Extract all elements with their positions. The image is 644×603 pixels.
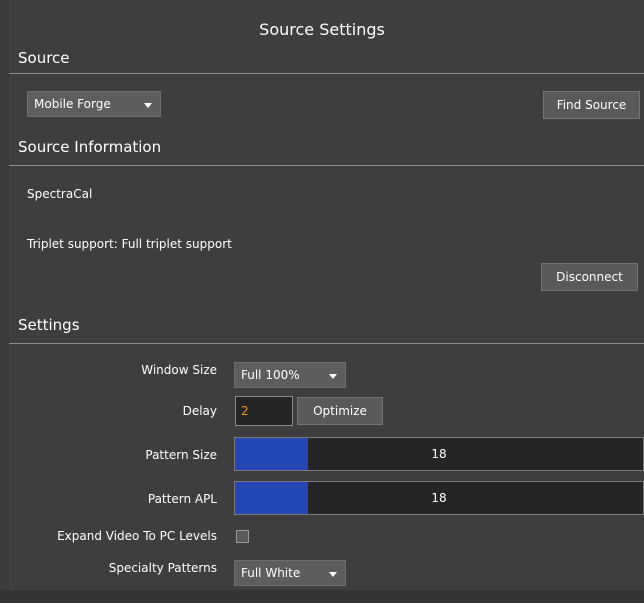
window-size-label: Window Size: [141, 363, 217, 377]
specialty-patterns-dropdown[interactable]: Full White: [234, 560, 346, 586]
source-info-divider: [9, 165, 644, 166]
pattern-apl-value: 18: [431, 491, 447, 505]
triplet-support-text: Triplet support: Full triplet support: [27, 237, 232, 251]
source-name: SpectraCal: [27, 187, 93, 201]
panel-bottom-edge: [0, 590, 644, 603]
optimize-button[interactable]: Optimize: [297, 397, 383, 425]
window-size-value: Full 100%: [241, 368, 300, 382]
pattern-apl-slider[interactable]: 18: [234, 481, 644, 515]
source-dropdown-value: Mobile Forge: [34, 97, 111, 111]
source-dropdown[interactable]: Mobile Forge: [27, 91, 161, 117]
delay-input[interactable]: 2: [235, 396, 293, 426]
expand-video-label: Expand Video To PC Levels: [57, 529, 217, 543]
chevron-down-icon: [144, 103, 152, 108]
find-source-button[interactable]: Find Source: [543, 91, 640, 119]
window-size-dropdown[interactable]: Full 100%: [234, 362, 346, 388]
settings-divider: [9, 343, 644, 344]
chevron-down-icon: [329, 572, 337, 577]
pattern-apl-label: Pattern APL: [147, 492, 217, 506]
pattern-size-slider[interactable]: 18: [234, 437, 644, 471]
pattern-size-label: Pattern Size: [145, 448, 217, 462]
disconnect-button[interactable]: Disconnect: [541, 263, 638, 291]
pattern-size-value: 18: [431, 447, 447, 461]
source-divider: [9, 73, 644, 74]
panel-title: Source Settings: [259, 20, 385, 39]
source-info-header: Source Information: [18, 138, 162, 156]
settings-header: Settings: [18, 316, 80, 334]
source-header: Source: [18, 49, 70, 67]
specialty-patterns-label: Specialty Patterns: [108, 561, 217, 575]
expand-video-checkbox[interactable]: [236, 530, 249, 543]
delay-label: Delay: [182, 404, 217, 418]
chevron-down-icon: [329, 374, 337, 379]
specialty-patterns-value: Full White: [241, 566, 301, 580]
